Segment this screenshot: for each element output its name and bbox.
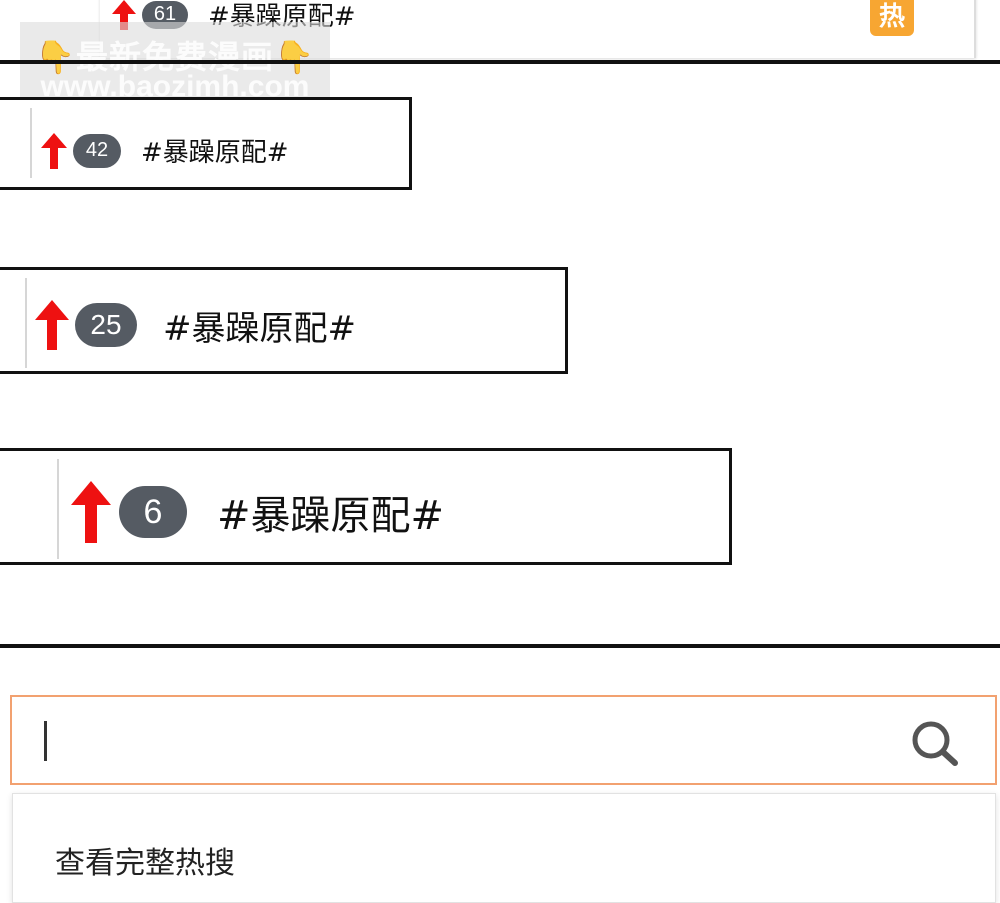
trend-hashtag[interactable]: #暴躁原配# <box>163 301 356 350</box>
view-full-hot-search-link[interactable]: 查看完整热搜 <box>55 838 235 882</box>
card-divider <box>30 108 32 178</box>
trend-hashtag[interactable]: #暴躁原配# <box>141 132 289 169</box>
rank-badge: 25 <box>75 303 137 347</box>
trend-item[interactable]: 6 #暴躁原配# <box>71 481 444 543</box>
rank-badge: 6 <box>119 486 187 538</box>
rank-up-arrow-icon <box>35 300 69 350</box>
search-suggestion-dropdown: 查看完整热搜 <box>12 793 996 903</box>
rank-up-arrow-icon <box>71 481 111 543</box>
trend-card-6: 6 #暴躁原配# <box>0 448 732 565</box>
text-cursor <box>44 721 47 761</box>
search-input[interactable] <box>10 695 997 785</box>
rank-up-arrow-icon <box>41 132 67 169</box>
trend-card-42: 42 #暴躁原配# <box>0 97 412 190</box>
trend-item[interactable]: 42 #暴躁原配# <box>41 132 289 169</box>
hot-badge-icon: 热 <box>870 0 914 36</box>
panel-top-rule <box>0 60 1000 64</box>
trend-item[interactable]: 25 #暴躁原配# <box>35 300 356 350</box>
card-divider <box>57 459 59 559</box>
panel-bottom-rule <box>0 644 1000 648</box>
trend-card-25: 25 #暴躁原配# <box>0 267 568 374</box>
search-icon[interactable] <box>909 719 961 771</box>
rank-badge: 42 <box>73 133 121 168</box>
card-divider <box>25 278 27 368</box>
trend-hashtag[interactable]: #暴躁原配# <box>217 483 444 541</box>
